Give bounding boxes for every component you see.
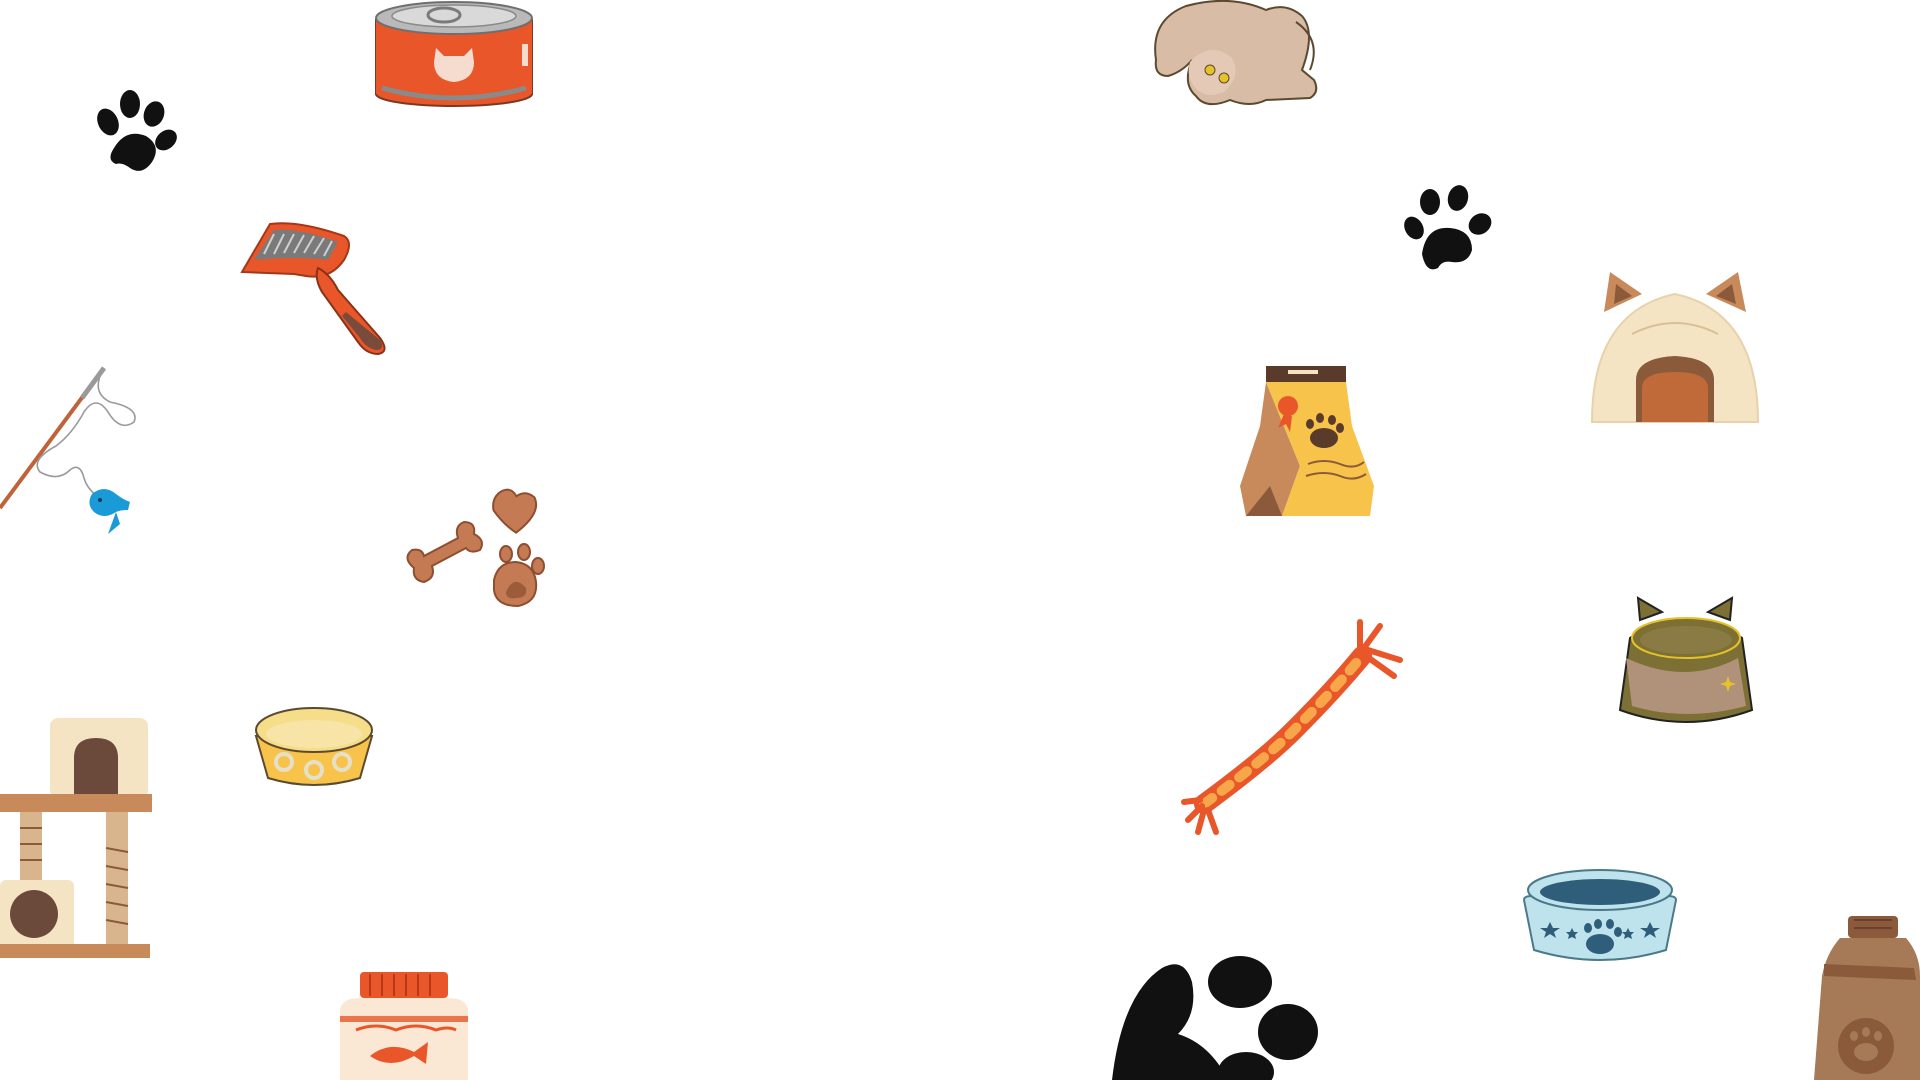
- food-bag-icon: [1240, 366, 1374, 516]
- cat-food-can-icon: [372, 0, 536, 108]
- cat-treats-icon: [402, 486, 552, 622]
- cat-ear-bowl-icon: [1618, 596, 1754, 726]
- cat-bed-icon: [1590, 272, 1760, 434]
- paw-print-icon: [86, 88, 178, 180]
- paw-print-icon: [1402, 184, 1494, 274]
- fish-food-jar-icon: [336, 972, 472, 1080]
- blue-paw-bowl-icon: [1522, 866, 1678, 970]
- yellow-food-bowl-icon: [254, 700, 376, 792]
- stretching-cat-icon: [1146, 0, 1336, 112]
- rope-toy-icon: [1181, 619, 1404, 835]
- cat-tree-icon: [0, 718, 154, 958]
- fishing-rod-cat-toy-icon: [0, 362, 140, 542]
- paw-print-icon: [1112, 954, 1318, 1080]
- brown-bottle-icon: [1814, 916, 1920, 1080]
- slicker-brush-icon: [234, 220, 394, 356]
